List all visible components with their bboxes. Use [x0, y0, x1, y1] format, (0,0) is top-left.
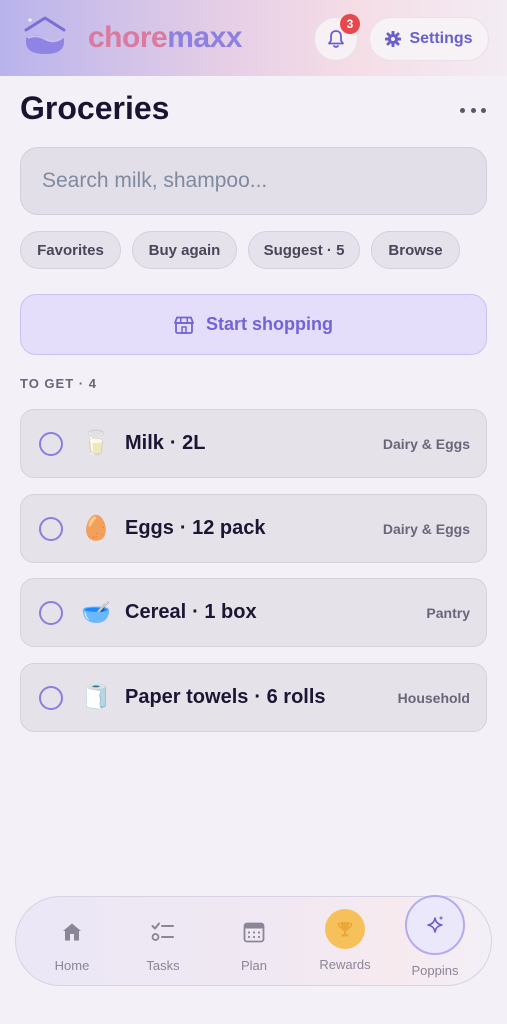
item-category: Household	[397, 690, 470, 706]
search-box	[20, 147, 487, 215]
settings-label: Settings	[409, 30, 473, 47]
tasks-icon	[150, 919, 176, 945]
item-category: Dairy & Eggs	[382, 436, 470, 452]
notification-count-badge: 3	[340, 14, 360, 34]
item-name: Eggs · 12 pack	[125, 517, 266, 540]
section-heading: TO GET · 4	[20, 376, 97, 391]
nav-poppins-label: Poppins	[411, 963, 459, 978]
nav-home-label: Home	[54, 958, 90, 973]
chip-suggest[interactable]: Suggest · 5	[248, 231, 360, 269]
gear-icon	[385, 31, 402, 47]
page-title: Groceries	[20, 90, 170, 126]
nav-rewards-label: Rewards	[319, 957, 371, 972]
item-category: Pantry	[426, 605, 470, 621]
item-title: Milk	[125, 432, 164, 454]
item-quantity: · 12 pack	[179, 517, 266, 539]
calendar-icon	[241, 919, 267, 945]
item-checkbox[interactable]	[39, 686, 63, 710]
nav-poppins[interactable]: Poppins	[395, 897, 475, 987]
search-input[interactable]	[42, 169, 486, 193]
list-item[interactable]: 🥛 Milk · 2L Dairy & Eggs	[20, 409, 487, 478]
item-quantity: · 1 box	[192, 601, 257, 623]
brand-wordmark: choremaxx	[88, 20, 242, 56]
logo-icon	[24, 16, 66, 54]
home-icon	[59, 919, 85, 945]
nav-home[interactable]: Home	[32, 897, 112, 987]
item-checkbox[interactable]	[39, 601, 63, 625]
item-title: Paper towels	[125, 686, 249, 708]
store-icon	[174, 316, 194, 334]
egg-icon: 🥚	[81, 515, 111, 542]
paper-towel-icon: 🧻	[81, 684, 111, 711]
chip-buy-again[interactable]: Buy again	[132, 231, 237, 269]
item-title: Cereal	[125, 601, 187, 623]
item-quantity: · 2L	[169, 432, 206, 454]
nav-plan[interactable]: Plan	[214, 897, 294, 987]
start-shopping-label: Start shopping	[206, 314, 333, 334]
list-item[interactable]: 🧻 Paper towels · 6 rolls Household	[20, 663, 487, 732]
settings-button[interactable]: Settings	[369, 17, 489, 61]
list-item[interactable]: 🥣 Cereal · 1 box Pantry	[20, 578, 487, 647]
milk-icon: 🥛	[81, 430, 111, 457]
brand-part-chore: chore	[88, 21, 168, 54]
more-dot-icon	[460, 107, 465, 113]
nav-plan-label: Plan	[240, 958, 268, 973]
chip-favorites[interactable]: Favorites	[20, 231, 121, 269]
more-dot-icon	[481, 107, 486, 113]
item-checkbox[interactable]	[39, 517, 63, 541]
item-checkbox[interactable]	[39, 432, 63, 456]
app-header: choremaxx 3 Settings	[0, 0, 507, 76]
nav-tasks[interactable]: Tasks	[123, 897, 203, 987]
brand-part-maxx: maxx	[167, 21, 242, 54]
nav-tasks-label: Tasks	[146, 958, 180, 973]
item-category: Dairy & Eggs	[382, 521, 470, 537]
trophy-icon	[325, 909, 365, 949]
item-name: Cereal · 1 box	[125, 601, 257, 624]
nav-rewards[interactable]: Rewards	[305, 897, 385, 987]
item-name: Milk · 2L	[125, 432, 205, 455]
more-dot-icon	[470, 107, 476, 113]
bell-icon	[328, 30, 344, 48]
cereal-bowl-icon: 🥣	[81, 599, 111, 626]
item-title: Eggs	[125, 517, 174, 539]
list-item[interactable]: 🥚 Eggs · 12 pack Dairy & Eggs	[20, 494, 487, 563]
item-name: Paper towels · 6 rolls	[125, 686, 326, 709]
bottom-navigation: Home Tasks Plan Rewards Poppins	[15, 895, 492, 987]
start-shopping-button[interactable]: Start shopping	[20, 294, 487, 355]
chip-browse[interactable]: Browse	[371, 231, 460, 269]
more-options-button[interactable]	[460, 100, 486, 120]
item-quantity: · 6 rolls	[254, 686, 326, 708]
